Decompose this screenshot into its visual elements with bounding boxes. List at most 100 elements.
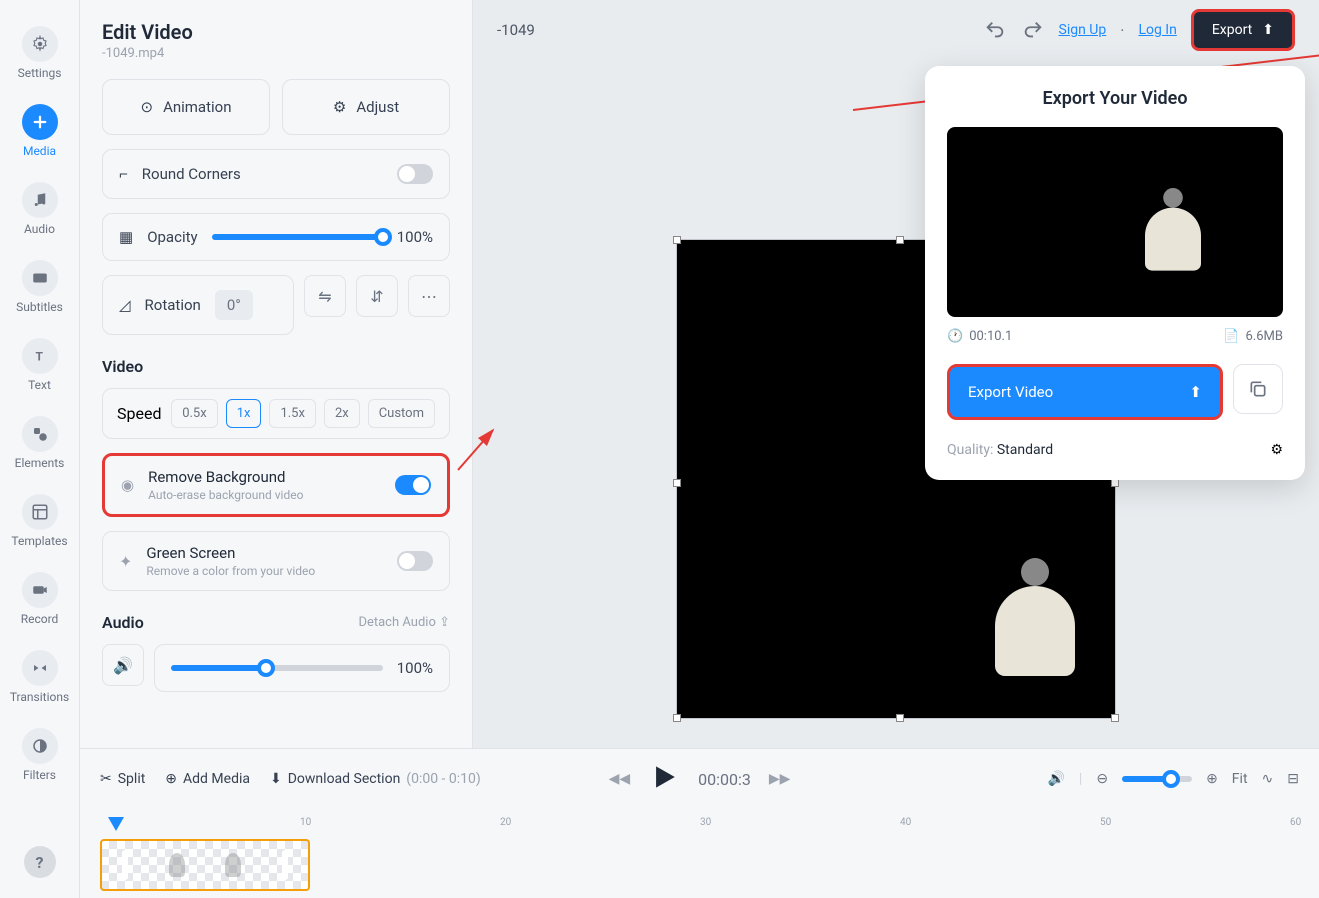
auth-separator: · xyxy=(1120,21,1124,40)
remove-bg-title: Remove Background xyxy=(148,468,303,486)
text-icon: T xyxy=(22,338,58,374)
animation-icon: ⊙ xyxy=(140,98,153,116)
filesize-info: 📄 6.6MB xyxy=(1223,329,1283,344)
redo-button[interactable] xyxy=(1021,18,1045,42)
sidebar-label: Media xyxy=(23,144,56,158)
project-name[interactable]: -1049 xyxy=(497,21,535,39)
speed-1x[interactable]: 1x xyxy=(226,399,262,428)
video-clip[interactable] xyxy=(100,839,310,891)
signup-link[interactable]: Sign Up xyxy=(1059,22,1107,38)
angle-icon: ◿ xyxy=(119,296,131,314)
zoom-slider[interactable] xyxy=(1122,776,1192,782)
split-button[interactable]: ✂Split xyxy=(100,771,145,787)
skip-forward-button[interactable]: ▶▶ xyxy=(769,771,791,787)
flip-vertical-button[interactable]: ⇵ xyxy=(356,275,398,317)
round-corners-label: Round Corners xyxy=(142,165,241,183)
duration-info: 🕐 00:10.1 xyxy=(947,329,1012,344)
volume-slider[interactable] xyxy=(171,665,383,671)
sidebar-item-text[interactable]: T Text xyxy=(0,330,79,400)
mute-button[interactable]: 🔊 xyxy=(102,644,144,686)
ruler: 10 20 30 40 50 60 xyxy=(100,817,1299,835)
export-preview xyxy=(947,127,1283,317)
sidebar-label: Transitions xyxy=(10,690,69,704)
clip-handle-left[interactable] xyxy=(122,850,128,880)
remove-bg-sub: Auto-erase background video xyxy=(148,488,303,502)
upload-icon: ⬆ xyxy=(1262,22,1274,38)
speed-custom[interactable]: Custom xyxy=(368,399,435,428)
sidebar-label: Subtitles xyxy=(16,300,63,314)
clock-icon: 🕐 xyxy=(947,329,963,344)
export-video-button[interactable]: Export Video ⬆ xyxy=(947,364,1223,420)
clip-handle-right[interactable] xyxy=(282,850,288,880)
sidebar-item-media[interactable]: Media xyxy=(0,96,79,166)
rotation-value[interactable]: 0° xyxy=(215,290,253,320)
detach-audio-link[interactable]: Detach Audio ⇪ xyxy=(358,615,450,630)
help-button[interactable]: ? xyxy=(24,846,56,878)
login-link[interactable]: Log In xyxy=(1138,22,1176,38)
opacity-slider[interactable] xyxy=(212,234,383,240)
sidebar-label: Templates xyxy=(11,534,67,548)
person-cutout-icon: ◉ xyxy=(121,476,134,494)
adjust-icon: ⚙ xyxy=(333,98,346,116)
zoom-out-button[interactable]: ⊖ xyxy=(1096,771,1108,787)
more-button[interactable]: ⋯ xyxy=(408,275,450,317)
waveform-icon[interactable]: ∿ xyxy=(1262,771,1274,787)
animation-button[interactable]: ⊙ Animation xyxy=(102,79,270,135)
svg-text:T: T xyxy=(35,350,43,364)
shapes-icon xyxy=(22,416,58,452)
quality-value: Standard xyxy=(997,442,1053,458)
green-screen-toggle[interactable] xyxy=(397,551,433,571)
opacity-control: ▦ Opacity 100% xyxy=(102,213,450,261)
add-media-button[interactable]: ⊕Add Media xyxy=(165,771,250,787)
sidebar-item-audio[interactable]: Audio xyxy=(0,174,79,244)
sidebar-item-templates[interactable]: Templates xyxy=(0,486,79,556)
speed-label: Speed xyxy=(117,404,161,423)
flip-horizontal-button[interactable]: ⇋ xyxy=(304,275,346,317)
round-corners-toggle[interactable] xyxy=(397,164,433,184)
adjust-button[interactable]: ⚙ Adjust xyxy=(282,79,450,135)
audio-section-title: Audio xyxy=(102,613,144,632)
sidebar-item-settings[interactable]: Settings xyxy=(0,18,79,88)
speed-0-5x[interactable]: 0.5x xyxy=(171,399,218,428)
sidebar-label: Settings xyxy=(18,66,62,80)
green-screen-card: ✦ Green Screen Remove a color from your … xyxy=(102,531,450,591)
playhead[interactable] xyxy=(108,817,124,831)
volume-control: 100% xyxy=(154,644,450,692)
remove-background-card: ◉ Remove Background Auto-erase backgroun… xyxy=(102,453,450,517)
skip-back-button[interactable]: ◀◀ xyxy=(609,771,631,787)
transitions-icon xyxy=(22,650,58,686)
layout-icon xyxy=(22,494,58,530)
sidebar-label: Audio xyxy=(24,222,55,236)
opacity-value: 100% xyxy=(397,228,433,246)
speed-2x[interactable]: 2x xyxy=(324,399,360,428)
sidebar-item-transitions[interactable]: Transitions xyxy=(0,642,79,712)
rotation-control: ◿ Rotation 0° xyxy=(102,275,294,335)
export-button[interactable]: Export ⬆ xyxy=(1191,9,1295,51)
filename-label: -1049.mp4 xyxy=(102,46,450,61)
settings-icon[interactable]: ⚙ xyxy=(1270,442,1283,458)
sidebar-item-subtitles[interactable]: Subtitles xyxy=(0,252,79,322)
corner-icon: ⌐ xyxy=(119,165,128,183)
timeline[interactable]: 10 20 30 40 50 60 xyxy=(100,817,1299,891)
quality-row: Quality: Standard ⚙ xyxy=(947,442,1283,458)
left-sidebar: Settings Media Audio Subtitles T Text El… xyxy=(0,0,80,898)
sidebar-item-elements[interactable]: Elements xyxy=(0,408,79,478)
fit-button[interactable]: Fit xyxy=(1232,771,1248,787)
volume-icon[interactable]: 🔊 xyxy=(1047,771,1064,787)
popup-title: Export Your Video xyxy=(947,88,1283,109)
collapse-icon[interactable]: ⊟ xyxy=(1287,771,1299,787)
clip-thumb xyxy=(225,853,241,877)
sidebar-item-record[interactable]: Record xyxy=(0,564,79,634)
copy-link-button[interactable] xyxy=(1233,364,1283,414)
undo-button[interactable] xyxy=(983,18,1007,42)
speed-1-5x[interactable]: 1.5x xyxy=(269,399,316,428)
camera-icon xyxy=(22,572,58,608)
download-section-button[interactable]: ⬇Download Section (0:00 - 0:10) xyxy=(270,771,481,787)
volume-value: 100% xyxy=(397,659,433,677)
opacity-icon: ▦ xyxy=(119,228,133,246)
zoom-in-button[interactable]: ⊕ xyxy=(1206,771,1218,787)
sidebar-item-filters[interactable]: Filters xyxy=(0,720,79,790)
remove-bg-toggle[interactable] xyxy=(395,475,431,495)
play-button[interactable] xyxy=(648,761,680,797)
green-screen-sub: Remove a color from your video xyxy=(146,564,315,578)
